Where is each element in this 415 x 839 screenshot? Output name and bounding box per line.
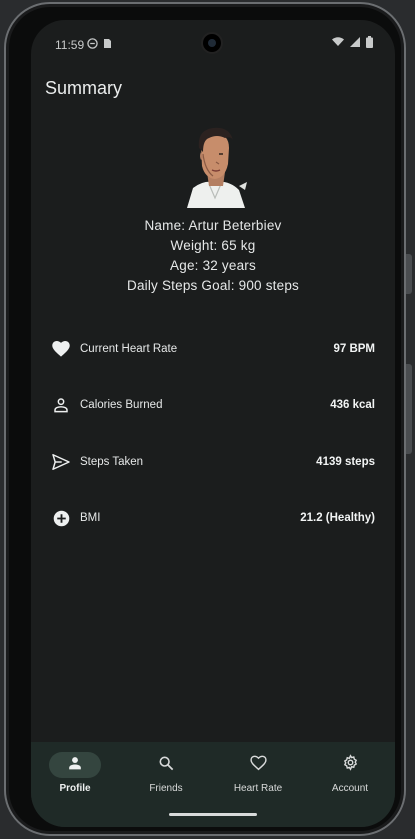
nav-icon-container [324, 752, 376, 778]
status-icons [332, 36, 373, 48]
stat-row-heart-rate[interactable]: Current Heart Rate 97 BPM [51, 337, 375, 361]
status-bar: 11:59 [31, 20, 395, 64]
wifi-icon [332, 37, 344, 46]
stat-label: Calories Burned [80, 399, 163, 411]
person-icon [68, 756, 82, 775]
profile-name: Name: Artur Beterbiev [144, 218, 282, 233]
nav-active-indicator [49, 752, 101, 778]
app-screen: 11:59 Summary Name: Artur Beterbiev Weig… [31, 20, 395, 827]
volume-button [406, 254, 412, 294]
power-button [406, 364, 412, 454]
stat-row-bmi[interactable]: BMI 21.2 (Healthy) [51, 506, 375, 530]
profile-avatar [179, 124, 249, 208]
add-circle-icon [51, 508, 71, 528]
nav-item-heart-rate[interactable]: Heart Rate [218, 752, 298, 798]
search-icon [158, 755, 174, 776]
page-title: Summary [45, 78, 123, 98]
stat-value: 4139 steps [316, 456, 375, 468]
stat-row-calories[interactable]: Calories Burned 436 kcal [51, 393, 375, 417]
nav-label: Friends [149, 783, 183, 794]
heart-outline-icon [249, 755, 267, 776]
nav-item-profile[interactable]: Profile [35, 752, 115, 798]
stat-label: Current Heart Rate [80, 343, 178, 355]
nav-icon-container [232, 752, 284, 778]
gear-icon [342, 754, 359, 776]
nav-item-account[interactable]: Account [310, 752, 390, 798]
nav-icon-container [140, 752, 192, 778]
nav-label: Heart Rate [233, 783, 283, 794]
heart-icon [51, 339, 71, 359]
profile-age: Age: 32 years [170, 258, 256, 273]
stat-label: BMI [80, 512, 101, 524]
nav-label: Account [331, 783, 369, 794]
send-icon [51, 452, 71, 472]
dnd-icon [87, 38, 98, 52]
battery-icon [366, 36, 373, 48]
stat-value: 436 kcal [330, 399, 375, 411]
phone-frame: 11:59 Summary Name: Artur Beterbiev Weig… [4, 2, 412, 836]
person-icon [51, 395, 71, 415]
front-camera [201, 32, 223, 54]
profile-info: Name: Artur Beterbiev Weight: 65 kg Age:… [31, 216, 395, 296]
status-time: 11:59 [55, 38, 85, 52]
home-indicator[interactable] [169, 813, 257, 816]
profile-steps-goal: Daily Steps Goal: 900 steps [127, 278, 299, 293]
stat-label: Steps Taken [80, 456, 144, 468]
sim-icon [103, 38, 112, 52]
stat-value: 21.2 (Healthy) [300, 512, 375, 524]
profile-weight: Weight: 65 kg [170, 238, 256, 253]
stat-row-steps[interactable]: Steps Taken 4139 steps [51, 450, 375, 474]
stat-value: 97 BPM [333, 343, 375, 355]
signal-icon [350, 37, 360, 47]
nav-item-friends[interactable]: Friends [126, 752, 206, 798]
nav-label: Profile [59, 783, 91, 794]
